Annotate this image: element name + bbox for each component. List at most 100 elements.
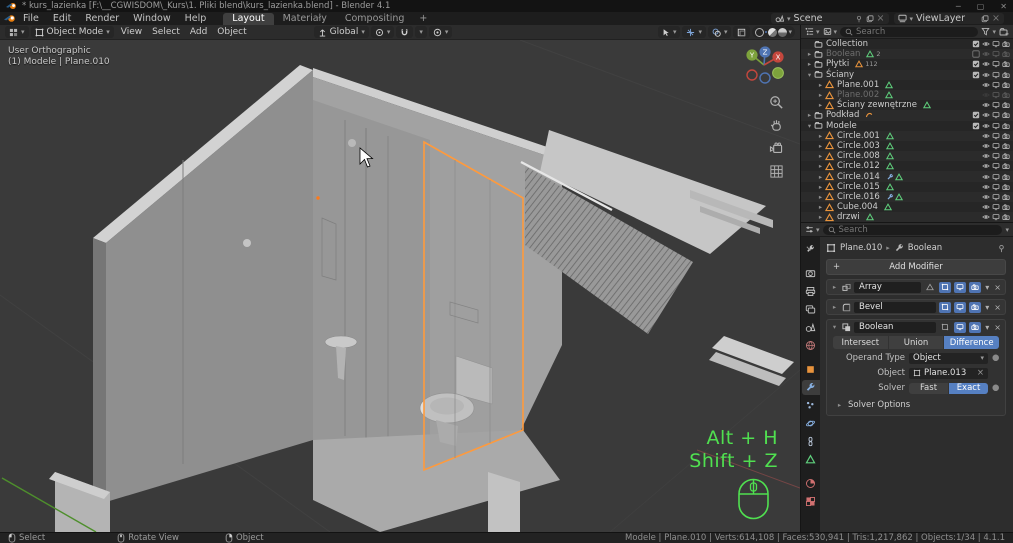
exclude-checkbox[interactable]	[972, 60, 980, 68]
viewport-disable-icon[interactable]	[992, 71, 1000, 79]
outliner-row[interactable]: ▸ Płytki 112	[801, 59, 1013, 69]
outliner-row[interactable]: ▾ Modele	[801, 121, 1013, 131]
hide-eye-icon[interactable]	[982, 183, 990, 191]
properties-tab-particles[interactable]	[802, 398, 820, 413]
render-disable-icon[interactable]	[1002, 203, 1010, 211]
render-disable-icon[interactable]	[1002, 71, 1010, 79]
operation-union-button[interactable]: Union	[889, 336, 944, 349]
viewport-disable-icon[interactable]	[992, 152, 1000, 160]
close-button[interactable]: ✕	[1000, 2, 1007, 11]
expand-arrow-icon[interactable]: ▸	[816, 173, 825, 181]
xray-toggle[interactable]	[733, 26, 750, 38]
overlays-dropdown[interactable]: ▾	[708, 26, 732, 38]
viewport-disable-icon[interactable]	[992, 213, 1000, 221]
exclude-checkbox[interactable]	[972, 50, 980, 58]
modifier-toggle-render[interactable]	[969, 302, 981, 313]
expand-arrow-icon[interactable]: ▸	[816, 142, 825, 150]
unlink-scene-button[interactable]: ×	[877, 13, 885, 24]
outliner-row[interactable]: ▸ Circle.015	[801, 182, 1013, 192]
outliner-row[interactable]: ▾ Ściany	[801, 70, 1013, 80]
outliner-row[interactable]: ▸ Plane.001	[801, 80, 1013, 90]
decorator-dot[interactable]: ●	[992, 383, 999, 393]
modifier-toggle-edit[interactable]	[939, 302, 951, 313]
modifier-toggle-render[interactable]	[969, 282, 981, 293]
outliner-row[interactable]: ▸ Circle.003	[801, 141, 1013, 151]
properties-tab-scene[interactable]	[802, 320, 820, 335]
viewport-menu-select[interactable]: Select	[147, 27, 185, 37]
properties-search-input[interactable]: Search	[823, 225, 1003, 235]
outliner-row[interactable]: ▸ Podkład	[801, 110, 1013, 120]
properties-options-dropdown[interactable]: ▾	[1005, 226, 1009, 234]
expand-arrow-icon[interactable]: ▸	[805, 111, 814, 119]
properties-tab-tool[interactable]	[802, 242, 820, 257]
outliner-row[interactable]: ▸ Circle.008	[801, 151, 1013, 161]
expand-arrow-icon[interactable]: ▸	[816, 152, 825, 160]
modifier-extras-dropdown[interactable]: ▾	[984, 283, 990, 292]
viewport-menu-view[interactable]: View	[116, 27, 147, 37]
operation-intersect-button[interactable]: Intersect	[833, 336, 888, 349]
transform-orientation-selector[interactable]: Global ▾	[314, 26, 369, 38]
properties-tab-constraints[interactable]	[802, 434, 820, 449]
render-disable-icon[interactable]	[1002, 60, 1010, 68]
add-modifier-button[interactable]: + Add Modifier	[826, 259, 1006, 275]
outliner-row[interactable]: ▸ Circle.001	[801, 131, 1013, 141]
pan-hand-button[interactable]	[769, 118, 784, 133]
hide-eye-icon[interactable]	[982, 101, 990, 109]
breadcrumb-object[interactable]: Plane.010	[840, 243, 882, 253]
viewport-canvas[interactable]	[0, 40, 800, 532]
render-disable-icon[interactable]	[1002, 50, 1010, 58]
remove-layer-button[interactable]: ×	[992, 13, 1000, 24]
display-mode-dropdown[interactable]: ▾	[823, 27, 838, 36]
snap-toggle[interactable]	[396, 26, 413, 38]
clear-object-button[interactable]: ×	[977, 368, 984, 378]
exclude-checkbox[interactable]	[972, 71, 980, 79]
exclude-checkbox[interactable]	[972, 40, 980, 48]
expand-arrow-icon[interactable]: ▾	[805, 71, 814, 79]
modifier-name-field[interactable]: Bevel	[854, 302, 936, 313]
expand-arrow-icon[interactable]: ▸	[816, 203, 825, 211]
modifier-toggle-realtime[interactable]	[954, 302, 966, 313]
hide-eye-icon[interactable]	[982, 40, 990, 48]
new-layer-icon[interactable]	[981, 15, 989, 23]
outliner-editor-type-button[interactable]: ▾	[805, 27, 820, 36]
viewport-menu-object[interactable]: Object	[212, 27, 251, 37]
outliner-row[interactable]: ▸ drzwi	[801, 212, 1013, 222]
modifier-name-field[interactable]: Array	[854, 282, 921, 293]
properties-tab-object[interactable]	[802, 362, 820, 377]
properties-tab-render[interactable]	[802, 266, 820, 281]
menu-help[interactable]: Help	[178, 12, 214, 25]
expand-arrow-icon[interactable]: ▸	[816, 193, 825, 201]
properties-editor-type-button[interactable]: ▾	[805, 225, 820, 234]
modifier-header-bevel[interactable]: ▸ Bevel ▾ ×	[826, 299, 1006, 315]
filter-dropdown[interactable]: ▾	[981, 27, 996, 36]
decorator-dot[interactable]: ●	[992, 353, 999, 363]
minimize-button[interactable]: ─	[956, 2, 961, 11]
viewport-disable-icon[interactable]	[992, 132, 1000, 140]
hide-eye-icon[interactable]	[982, 91, 990, 99]
exclude-checkbox[interactable]	[972, 111, 980, 119]
expand-arrow-icon[interactable]: ▸	[816, 132, 825, 140]
menu-file[interactable]: File	[16, 12, 46, 25]
snap-settings[interactable]: ▾	[415, 26, 427, 38]
modifier-name-field[interactable]: Boolean	[854, 322, 936, 333]
modifier-delete-button[interactable]: ×	[993, 303, 1002, 312]
modifier-extras-dropdown[interactable]: ▾	[984, 303, 990, 312]
viewport-disable-icon[interactable]	[992, 60, 1000, 68]
render-disable-icon[interactable]	[1002, 40, 1010, 48]
operand-type-dropdown[interactable]: Object ▾	[909, 353, 988, 364]
selectability-dropdown[interactable]: ▾	[658, 26, 681, 38]
workspace-tab-compositing[interactable]: Compositing	[336, 13, 414, 25]
properties-tab-data[interactable]	[802, 452, 820, 467]
hide-eye-icon[interactable]	[982, 111, 990, 119]
modifier-delete-button[interactable]: ×	[993, 323, 1002, 332]
expand-arrow-icon[interactable]: ▸	[816, 213, 825, 221]
menu-window[interactable]: Window	[126, 12, 177, 25]
hide-eye-icon[interactable]	[982, 132, 990, 140]
zoom-button[interactable]	[769, 95, 784, 110]
proportional-editing-toggle[interactable]: ▾	[429, 26, 453, 38]
expand-arrow-icon[interactable]: ▸	[816, 81, 825, 89]
render-disable-icon[interactable]	[1002, 213, 1010, 221]
hide-eye-icon[interactable]	[982, 173, 990, 181]
toggle-grid-button[interactable]	[769, 164, 784, 179]
properties-tab-view-layer[interactable]	[802, 302, 820, 317]
